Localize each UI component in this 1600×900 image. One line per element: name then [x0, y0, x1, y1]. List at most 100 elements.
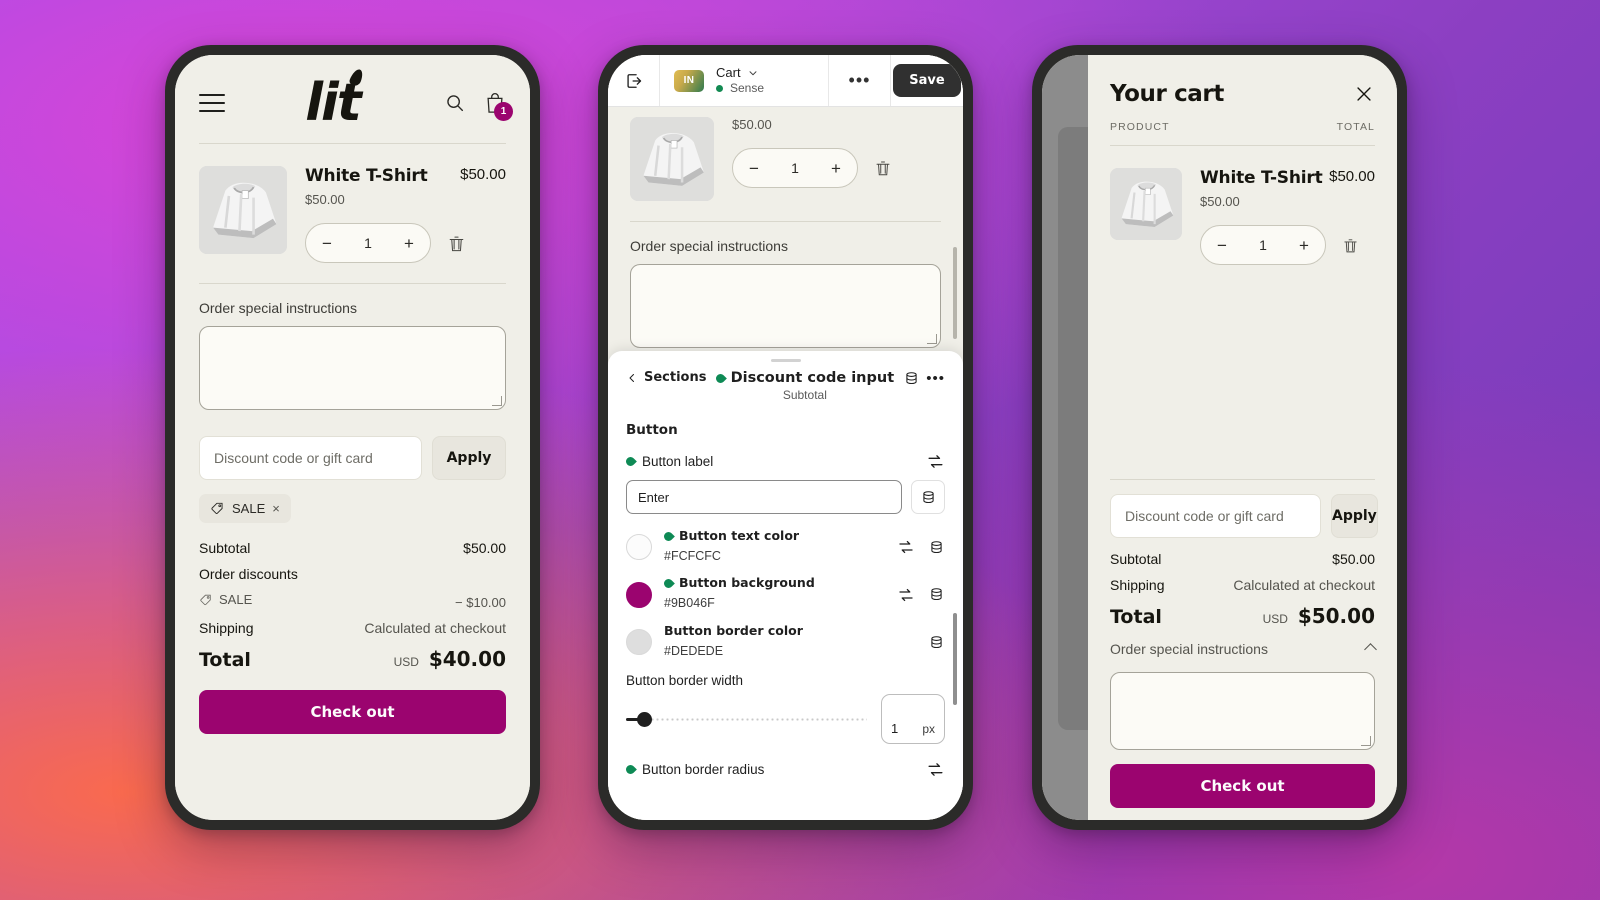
preview-special-instructions-label: Order special instructions — [630, 238, 788, 254]
button-text-color-swatch[interactable] — [626, 534, 652, 561]
theme-status-dot — [716, 85, 723, 93]
product-line-total: $50.00 — [460, 166, 506, 183]
shipping-label: Shipping — [199, 619, 254, 636]
product-title[interactable]: White T-Shirt — [305, 166, 428, 186]
button-border-color-swatch[interactable] — [626, 629, 652, 656]
button-background-reset-icon[interactable] — [897, 586, 915, 604]
drawer-quantity-increase-button[interactable]: + — [1299, 237, 1309, 254]
save-button[interactable]: Save — [893, 64, 961, 97]
product-thumbnail[interactable] — [199, 166, 287, 254]
editor-inspector-panel: Sections Discount code input Subtotal ••… — [608, 351, 963, 820]
quantity-stepper[interactable]: − 1 + — [305, 223, 431, 263]
order-discounts-label: Order discounts — [199, 566, 298, 582]
button-background-swatch[interactable] — [626, 581, 652, 608]
back-to-sections-button[interactable]: Sections — [626, 370, 706, 385]
phone-mockup-storefront: lit 1 White T-Shirt $50.00 $50.00 − 1 + … — [165, 45, 540, 830]
tag-icon — [210, 501, 225, 516]
totals-row-shipping: Shipping Calculated at checkout — [199, 615, 506, 641]
totals-row-discount: SALE − $10.00 — [199, 587, 506, 615]
button-border-radius-label: Button border radius — [642, 762, 765, 778]
quantity-increase-button[interactable]: + — [404, 235, 414, 252]
shipping-value: Calculated at checkout — [364, 619, 506, 636]
editor-context[interactable]: IN Cart Sense — [660, 55, 829, 106]
preview-quantity-stepper[interactable]: − 1 + — [732, 148, 858, 188]
discount-row: Apply — [199, 436, 506, 480]
slider-knob[interactable] — [637, 711, 652, 727]
chevron-down-icon[interactable] — [747, 67, 759, 79]
discount-code-input[interactable] — [199, 436, 422, 480]
button-text-color-reset-icon[interactable] — [897, 538, 915, 556]
totals-row-order-discounts: Order discounts — [199, 561, 506, 587]
drawer-subtotal-label: Subtotal — [1110, 551, 1162, 567]
button-label-input[interactable] — [626, 480, 902, 514]
drawer-subtotal-value: $50.00 — [1332, 551, 1375, 567]
quantity-value: 1 — [364, 235, 372, 251]
color-row-button-text-color: Button text color #FCFCFC — [626, 528, 945, 566]
panel-drag-handle[interactable] — [770, 359, 801, 362]
button-border-width-slider[interactable] — [626, 710, 867, 728]
editor-page-name: Cart — [716, 64, 741, 80]
button-label-dynamic-source-button[interactable] — [911, 480, 945, 514]
remove-discount-icon[interactable]: × — [272, 501, 280, 516]
inspector-header: Sections Discount code input Subtotal ••… — [626, 366, 945, 414]
storefront-cart-page: lit 1 White T-Shirt $50.00 $50.00 − 1 + … — [175, 55, 530, 820]
cart-drawer-header: Your cart — [1110, 55, 1375, 121]
drawer-discount-code-input[interactable] — [1110, 494, 1321, 538]
drawer-quantity-decrease-button[interactable]: − — [1217, 237, 1227, 254]
preview-special-instructions-textarea[interactable] — [630, 264, 941, 348]
checkout-button[interactable]: Check out — [199, 689, 506, 734]
quantity-decrease-button[interactable]: − — [322, 235, 332, 252]
button-background-hex: #9B046F — [664, 596, 715, 611]
drawer-remove-item-icon[interactable] — [1342, 237, 1359, 254]
drawer-special-instructions-toggle[interactable]: Order special instructions — [1110, 633, 1377, 662]
editor-more-menu-icon[interactable]: ••• — [829, 55, 891, 106]
button-border-width-row: 1 px — [626, 694, 945, 745]
subtotal-value: $50.00 — [463, 540, 506, 556]
drawer-quantity-value: 1 — [1259, 237, 1267, 253]
totals-row-total: Total USD $40.00 — [199, 641, 506, 676]
store-initials-badge: IN — [674, 69, 704, 92]
inspector-more-menu-icon[interactable]: ••• — [926, 370, 945, 387]
drawer-cart-line-item: White T-Shirt $50.00 $50.00 − 1 + — [1110, 146, 1375, 283]
preview-scrollbar[interactable] — [953, 247, 957, 339]
line-item-divider — [199, 283, 506, 284]
slider-track — [640, 717, 867, 721]
drawer-special-instructions-label: Order special instructions — [1110, 641, 1268, 657]
exit-editor-icon[interactable] — [608, 55, 660, 106]
store-logo[interactable]: lit — [305, 68, 366, 129]
special-instructions-textarea[interactable] — [199, 326, 506, 410]
button-border-color-dynamic-source-icon[interactable] — [928, 634, 945, 651]
discount-name: SALE — [219, 592, 253, 607]
preview-quantity-increase-button[interactable]: + — [831, 160, 841, 177]
drawer-special-instructions-textarea[interactable] — [1110, 672, 1375, 750]
inspector-scrollbar[interactable] — [953, 613, 957, 705]
button-background-dynamic-source-icon[interactable] — [928, 586, 945, 603]
close-icon[interactable] — [1353, 83, 1375, 105]
drawer-checkout-button[interactable]: Check out — [1110, 764, 1375, 808]
editor-theme-name: Sense — [730, 81, 765, 96]
preview-remove-item-icon[interactable] — [874, 159, 892, 177]
discount-tag-icon — [199, 593, 213, 607]
button-border-radius-reset-icon[interactable] — [926, 760, 945, 779]
inspector-title: Discount code input — [730, 370, 895, 386]
inspector-dynamic-source-icon[interactable] — [903, 370, 920, 387]
drawer-totals-row-total: Total USD $50.00 — [1110, 598, 1375, 633]
cart-icon[interactable]: 1 — [484, 91, 513, 121]
menu-icon[interactable] — [199, 88, 225, 118]
save-button-cell: Save — [891, 55, 963, 106]
drawer-product-thumbnail[interactable] — [1110, 168, 1182, 240]
button-border-width-number-box[interactable]: 1 px — [881, 694, 945, 745]
total-currency: USD — [393, 654, 419, 669]
total-value: $40.00 — [428, 646, 506, 671]
remove-item-icon[interactable] — [447, 234, 466, 253]
drawer-product-title[interactable]: White T-Shirt — [1200, 168, 1323, 188]
drawer-apply-discount-button[interactable]: Apply — [1331, 494, 1378, 538]
button-text-color-dynamic-source-icon[interactable] — [928, 539, 945, 556]
button-label-reset-icon[interactable] — [926, 452, 945, 471]
apply-discount-button[interactable]: Apply — [432, 436, 506, 480]
drawer-quantity-stepper[interactable]: − 1 + — [1200, 225, 1326, 265]
page-dim-overlay[interactable]: Your cart PRODUCT TOTAL White T-Shirt $5… — [1042, 55, 1397, 820]
search-icon[interactable] — [444, 92, 466, 114]
discount-amount: − $10.00 — [455, 594, 506, 610]
preview-quantity-decrease-button[interactable]: − — [749, 160, 759, 177]
